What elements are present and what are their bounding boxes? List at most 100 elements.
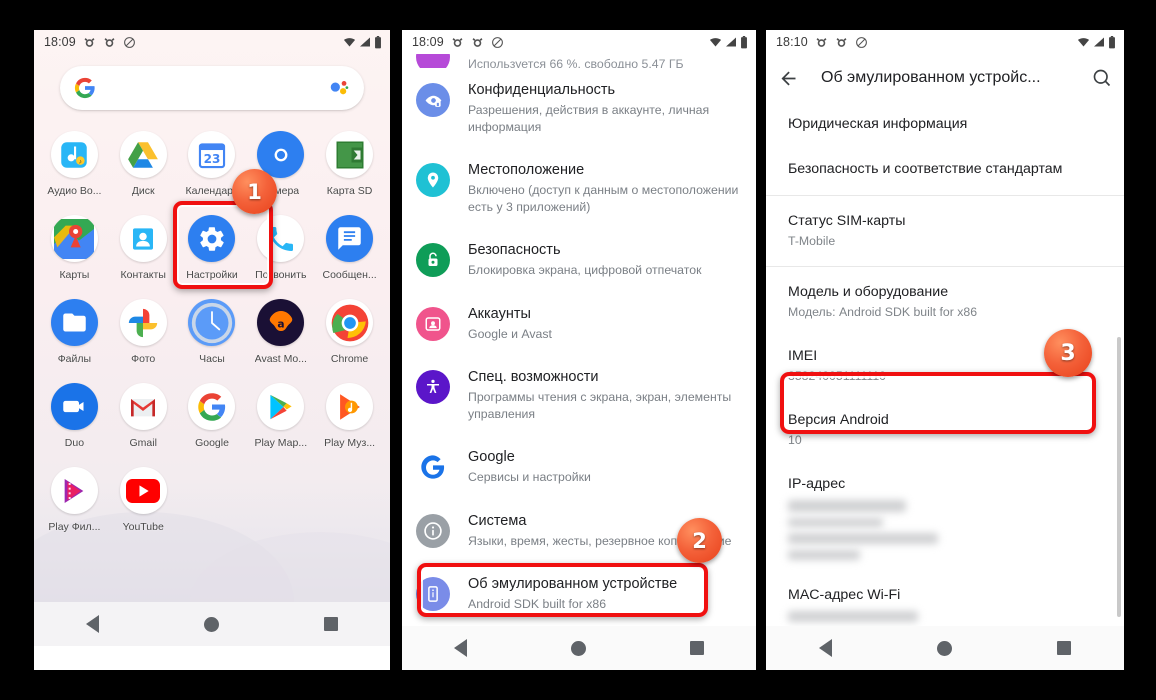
location-pin-icon xyxy=(416,163,450,197)
google-search-bar[interactable] xyxy=(60,66,364,110)
back-arrow-icon[interactable] xyxy=(778,68,799,89)
app-icon-google-duo[interactable]: Duo xyxy=(40,378,109,462)
app-icon-gmail[interactable]: Gmail xyxy=(109,378,178,462)
home-icon[interactable] xyxy=(936,640,952,656)
app-icon-sd-card[interactable]: Карта SD xyxy=(315,126,384,210)
status-bar: 18:09 xyxy=(34,30,390,54)
recents-icon[interactable] xyxy=(1057,641,1072,655)
settings-row-title: Конфиденциальность xyxy=(468,82,616,98)
home-icon[interactable] xyxy=(203,616,219,632)
about-row-6[interactable]: IP-адрес xyxy=(766,462,1124,573)
app-grid-row: Файлы Фото Часы a Avast Mo... Chrome xyxy=(40,294,384,378)
settings-row-title: Спец. возможности xyxy=(468,369,599,385)
phone-screen-home: 18:09 ♪ Аудио Во... Диск 23 Календарь Ка… xyxy=(34,30,390,670)
google-drive-icon xyxy=(119,131,167,178)
highlight-box-about-device xyxy=(417,563,708,617)
settings-row-0[interactable]: Конфиденциальность Разрешения, действия в… xyxy=(402,68,756,148)
svg-text:a: a xyxy=(277,317,284,330)
app-icon-google-g[interactable]: Google xyxy=(178,378,247,462)
redacted-value xyxy=(788,500,906,512)
app-icon-messages[interactable]: Сообщен... xyxy=(315,210,384,294)
dnd-icon xyxy=(123,36,136,49)
app-grid: ♪ Аудио Во... Диск 23 Календарь Камера Карта S… xyxy=(34,126,390,546)
app-label: Play Муз... xyxy=(324,437,376,449)
about-row-3[interactable]: Модель и оборудование Модель: Android SDK… xyxy=(766,270,1124,334)
about-row-subtitle: Модель: Android SDK built for x86 xyxy=(788,305,978,319)
app-icon-google-drive[interactable]: Диск xyxy=(109,126,178,210)
clock-icon xyxy=(188,299,236,346)
play-store-icon xyxy=(257,383,305,430)
settings-row-4[interactable]: Спец. возможности Программы чтения с экра… xyxy=(402,355,756,435)
google-photos-icon xyxy=(119,299,167,346)
about-row-1[interactable]: Безопасность и соответствие стандартам xyxy=(766,147,1124,192)
wifi-icon xyxy=(343,36,356,48)
redacted-value xyxy=(788,611,918,622)
app-bar: Об эмулированном устройс... xyxy=(766,54,1124,102)
about-row-title: IP-адрес xyxy=(788,476,846,492)
system-info-icon xyxy=(416,513,450,548)
app-grid-row: Duo Gmail Google Play Мар... Play Муз... xyxy=(40,378,384,462)
settings-row-5[interactable]: Google Сервисы и настройки xyxy=(402,435,756,499)
alarm-icon xyxy=(83,36,96,49)
google-maps-icon xyxy=(50,215,98,262)
about-row-0[interactable]: Юридическая информация xyxy=(766,102,1124,147)
app-icon-google-maps[interactable]: Карты xyxy=(40,210,109,294)
app-icon-avast[interactable]: a Avast Mo... xyxy=(246,294,315,378)
settings-row-2[interactable]: Безопасность Блокировка экрана, цифровой … xyxy=(402,228,756,292)
app-icon-clock[interactable]: Часы xyxy=(178,294,247,378)
app-icon-play-movies[interactable]: Play Фил... xyxy=(40,462,109,546)
app-icon-play-store[interactable]: Play Мар... xyxy=(246,378,315,462)
alarm-icon xyxy=(815,36,828,49)
settings-row-1[interactable]: Местоположение Включено (доступ к данным … xyxy=(402,148,756,228)
alarm-icon xyxy=(451,36,464,49)
recents-icon[interactable] xyxy=(690,641,704,655)
app-icon-google-photos[interactable]: Фото xyxy=(109,294,178,378)
security-lock-icon xyxy=(416,243,450,277)
google-assistant-icon[interactable] xyxy=(328,77,350,99)
settings-row-title: Местоположение xyxy=(468,162,585,178)
app-label: Google xyxy=(195,437,229,449)
files-icon xyxy=(50,299,98,346)
about-row-title: Юридическая информация xyxy=(788,116,968,132)
about-row-subtitle: 10 xyxy=(788,433,802,447)
navigation-bar xyxy=(34,602,390,646)
google-g-icon xyxy=(74,77,96,99)
play-movies-icon xyxy=(50,467,98,514)
about-row-title: Модель и оборудование xyxy=(788,284,949,300)
settings-row-3[interactable]: Аккаунты Google и Avast xyxy=(402,292,756,356)
step-badge-1-label: 1 xyxy=(247,179,262,204)
app-label: Диск xyxy=(131,185,155,197)
dnd-icon xyxy=(491,36,504,49)
settings-row-title: Безопасность xyxy=(468,242,561,258)
redacted-value xyxy=(788,518,883,527)
back-icon[interactable] xyxy=(818,639,832,657)
scrollbar-thumb[interactable] xyxy=(1117,337,1121,617)
back-icon[interactable] xyxy=(86,615,100,633)
recents-icon[interactable] xyxy=(323,617,338,631)
app-icon-audio-recorder[interactable]: ♪ Аудио Во... xyxy=(40,126,109,210)
sd-card-icon xyxy=(326,131,374,178)
app-icon-play-music[interactable]: Play Муз... xyxy=(315,378,384,462)
dnd-icon xyxy=(855,36,868,49)
app-icon-youtube[interactable]: YouTube xyxy=(109,462,178,546)
settings-row-cut[interactable]: Используется 66 %, свободно 5,47 ГБ xyxy=(402,54,756,68)
step-badge-3-label: 3 xyxy=(1060,340,1076,366)
app-icon-chrome[interactable]: Chrome xyxy=(315,294,384,378)
play-music-icon xyxy=(326,383,374,430)
avast-icon: a xyxy=(257,299,305,346)
privacy-eye-icon xyxy=(416,83,450,117)
battery-icon xyxy=(1108,35,1116,49)
app-label: Календарь xyxy=(185,185,239,197)
back-icon[interactable] xyxy=(454,639,467,657)
status-bar-clock: 18:10 xyxy=(776,35,808,49)
svg-text:♪: ♪ xyxy=(79,158,82,165)
app-icon-files[interactable]: Файлы xyxy=(40,294,109,378)
app-icon-contacts[interactable]: Контакты xyxy=(109,210,178,294)
calendar-icon: 23 xyxy=(188,131,236,178)
list-divider xyxy=(766,195,1124,196)
home-icon[interactable] xyxy=(571,640,586,656)
app-label: Контакты xyxy=(120,269,166,281)
settings-row-subtitle: Сервисы и настройки xyxy=(468,470,591,484)
search-icon[interactable] xyxy=(1092,68,1112,88)
about-row-2[interactable]: Статус SIM-карты T-Mobile xyxy=(766,199,1124,263)
